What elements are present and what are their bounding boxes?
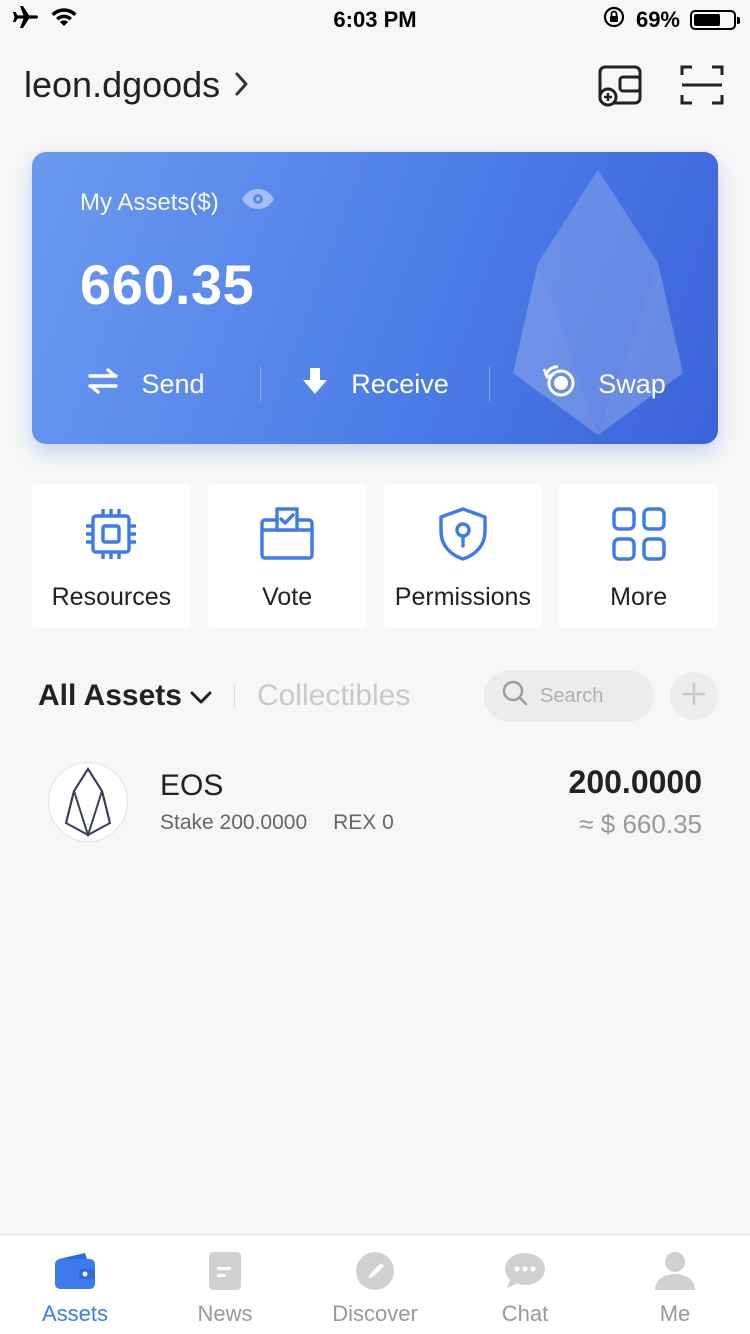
chevron-down-icon — [190, 679, 212, 713]
assets-label-text: My Assets($) — [80, 188, 219, 216]
chevron-right-icon — [234, 64, 250, 106]
ballot-box-icon — [259, 506, 315, 569]
transfer-arrows-icon — [87, 367, 119, 401]
assets-label: My Assets($) — [80, 188, 275, 217]
tile-vote-label: Vote — [262, 583, 313, 611]
nav-discover-label: Discover — [332, 1301, 418, 1326]
header: leon.dgoods — [0, 50, 750, 120]
scan-icon[interactable] — [678, 61, 726, 109]
nav-chat[interactable]: Chat — [450, 1235, 600, 1334]
tab-divider — [233, 684, 235, 708]
tab-all-assets-label: All Assets — [38, 679, 182, 712]
battery-icon — [690, 10, 740, 30]
status-bar: 6:03 PM 69% — [0, 0, 750, 40]
cpu-chip-icon — [83, 506, 139, 569]
airplane-icon — [12, 5, 40, 35]
receive-button[interactable]: Receive — [261, 366, 489, 403]
eos-logo-icon — [48, 762, 128, 842]
plus-icon — [682, 682, 706, 711]
send-label: Send — [141, 368, 205, 399]
swap-label: Swap — [598, 368, 666, 399]
account-name: leon.dgoods — [24, 64, 221, 105]
swap-icon — [542, 364, 576, 405]
nav-news-label: News — [197, 1301, 253, 1326]
quick-actions: Resources Vote Permissions More — [32, 484, 718, 628]
nav-news[interactable]: News — [150, 1235, 300, 1334]
news-icon — [203, 1251, 247, 1297]
token-fiat-value: ≈ $ 660.35 — [579, 809, 702, 839]
wallet-icon — [53, 1251, 97, 1297]
chat-bubble-icon — [503, 1251, 547, 1297]
search-placeholder: Search — [540, 684, 604, 707]
nav-discover[interactable]: Discover — [300, 1235, 450, 1334]
tab-all-assets[interactable]: All Assets — [38, 679, 212, 713]
tile-resources-label: Resources — [51, 583, 172, 611]
search-icon — [502, 680, 528, 712]
download-arrow-icon — [301, 366, 329, 403]
tile-permissions-label: Permissions — [394, 583, 531, 611]
add-token-button[interactable] — [670, 672, 718, 720]
tile-more-label: More — [610, 583, 668, 611]
wallet-add-icon[interactable] — [596, 61, 644, 109]
tile-more[interactable]: More — [559, 484, 718, 628]
account-selector[interactable]: leon.dgoods — [24, 64, 250, 106]
tab-collectibles[interactable]: Collectibles — [257, 679, 410, 713]
asset-tabs: All Assets Collectibles Search — [38, 668, 718, 724]
swap-button[interactable]: Swap — [490, 364, 718, 405]
token-name: EOS — [160, 769, 224, 802]
rotation-lock-icon — [602, 5, 626, 35]
asset-card: My Assets($) 660.35 Send Receive Swap — [32, 152, 718, 444]
token-rex: REX 0 — [333, 811, 394, 834]
nav-me[interactable]: Me — [600, 1235, 750, 1334]
battery-percent: 69% — [635, 7, 680, 32]
wifi-icon — [50, 6, 78, 34]
nav-me-label: Me — [659, 1301, 691, 1326]
assets-value: 660.35 — [80, 253, 255, 316]
person-icon — [653, 1251, 697, 1297]
list-item[interactable]: EOS Stake 200.0000 REX 0 200.0000 ≈ $ 66… — [48, 760, 702, 844]
token-stake: Stake 200.0000 — [160, 811, 308, 834]
nav-chat-label: Chat — [501, 1301, 549, 1326]
tile-resources[interactable]: Resources — [32, 484, 191, 628]
shield-key-icon — [435, 506, 491, 569]
tile-permissions[interactable]: Permissions — [383, 484, 543, 628]
bottom-nav: Assets News Discover Chat Me — [0, 1234, 750, 1334]
grid-icon — [611, 506, 667, 569]
token-amount: 200.0000 — [568, 764, 702, 800]
nav-assets-label: Assets — [41, 1301, 109, 1326]
send-button[interactable]: Send — [32, 367, 260, 401]
tile-vote[interactable]: Vote — [207, 484, 367, 628]
compass-icon — [353, 1251, 397, 1297]
receive-label: Receive — [351, 368, 449, 399]
eye-icon[interactable] — [241, 188, 275, 217]
nav-assets[interactable]: Assets — [0, 1235, 150, 1334]
search-input[interactable]: Search — [484, 670, 654, 722]
battery-level — [694, 14, 721, 26]
